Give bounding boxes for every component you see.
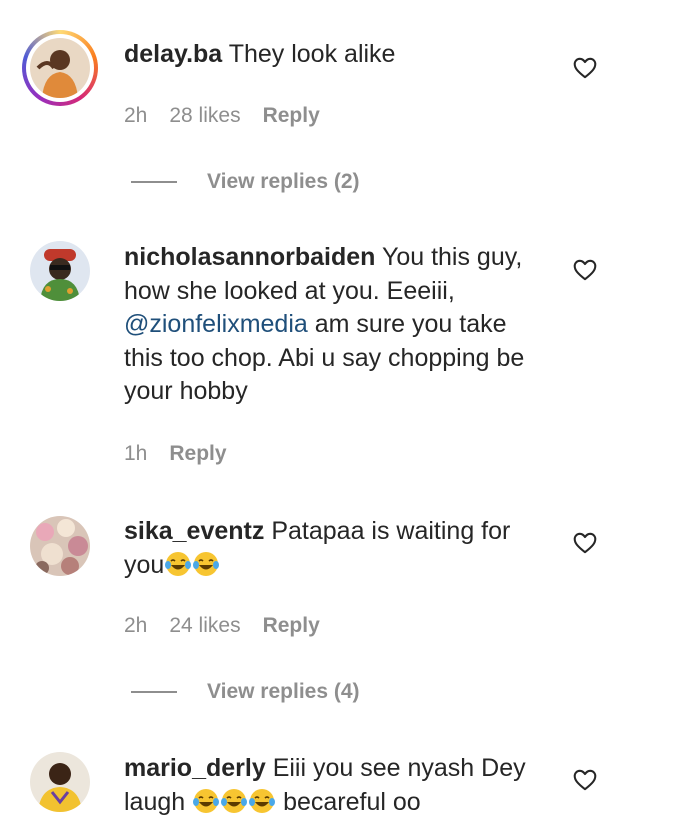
face-with-tears-of-joy-emoji-icon — [165, 551, 192, 576]
username[interactable]: nicholasannorbaiden — [124, 243, 375, 271]
heart-icon[interactable] — [572, 257, 598, 283]
avatar — [30, 38, 90, 98]
comment-meta: 2h 28 likes Reply — [124, 104, 320, 128]
timestamp: 2h — [124, 104, 148, 127]
reply-button[interactable]: Reply — [263, 104, 320, 128]
avatar[interactable] — [30, 241, 90, 301]
comment-body: They look alike — [228, 40, 396, 68]
mention-link[interactable]: @zionfelixmedia — [124, 310, 308, 338]
username[interactable]: delay.ba — [124, 40, 222, 68]
comment-body-continued: becareful oo — [283, 787, 421, 816]
avatar[interactable] — [30, 752, 90, 812]
divider-line — [131, 181, 177, 183]
view-replies-label: View replies (4) — [207, 680, 360, 703]
likes-count[interactable]: 28 likes — [169, 104, 240, 128]
comment-text: delay.ba They look alike — [124, 38, 544, 72]
likes-count[interactable]: 24 likes — [169, 614, 240, 638]
face-with-tears-of-joy-emoji-icon — [193, 551, 220, 576]
username[interactable]: sika_eventz — [124, 517, 264, 545]
avatar[interactable] — [30, 516, 90, 576]
face-with-tears-of-joy-emoji-icon — [193, 788, 220, 813]
face-with-tears-of-joy-emoji-icon — [249, 788, 276, 813]
timestamp: 1h — [124, 442, 148, 465]
divider-line — [131, 691, 177, 693]
comment-text: nicholasannorbaiden You this guy, how sh… — [124, 241, 544, 409]
timestamp: 2h — [124, 614, 148, 637]
view-replies-button[interactable]: View replies (4) — [131, 680, 360, 704]
comment-meta: 1h Reply — [124, 442, 227, 466]
comment-meta: 2h 24 likes Reply — [124, 614, 320, 638]
reply-button[interactable]: Reply — [169, 442, 226, 466]
view-replies-button[interactable]: View replies (2) — [131, 170, 360, 194]
comment-text: sika_eventz Patapaa is waiting for you — [124, 515, 544, 582]
reply-button[interactable]: Reply — [263, 614, 320, 638]
face-with-tears-of-joy-emoji-icon — [221, 788, 248, 813]
heart-icon[interactable] — [572, 55, 598, 81]
view-replies-label: View replies (2) — [207, 170, 360, 193]
heart-icon[interactable] — [572, 767, 598, 793]
comment-text: mario_derly Eiii you see nyash Dey laugh… — [124, 752, 544, 819]
heart-icon[interactable] — [572, 530, 598, 556]
story-ring[interactable] — [22, 30, 98, 106]
username[interactable]: mario_derly — [124, 754, 266, 782]
